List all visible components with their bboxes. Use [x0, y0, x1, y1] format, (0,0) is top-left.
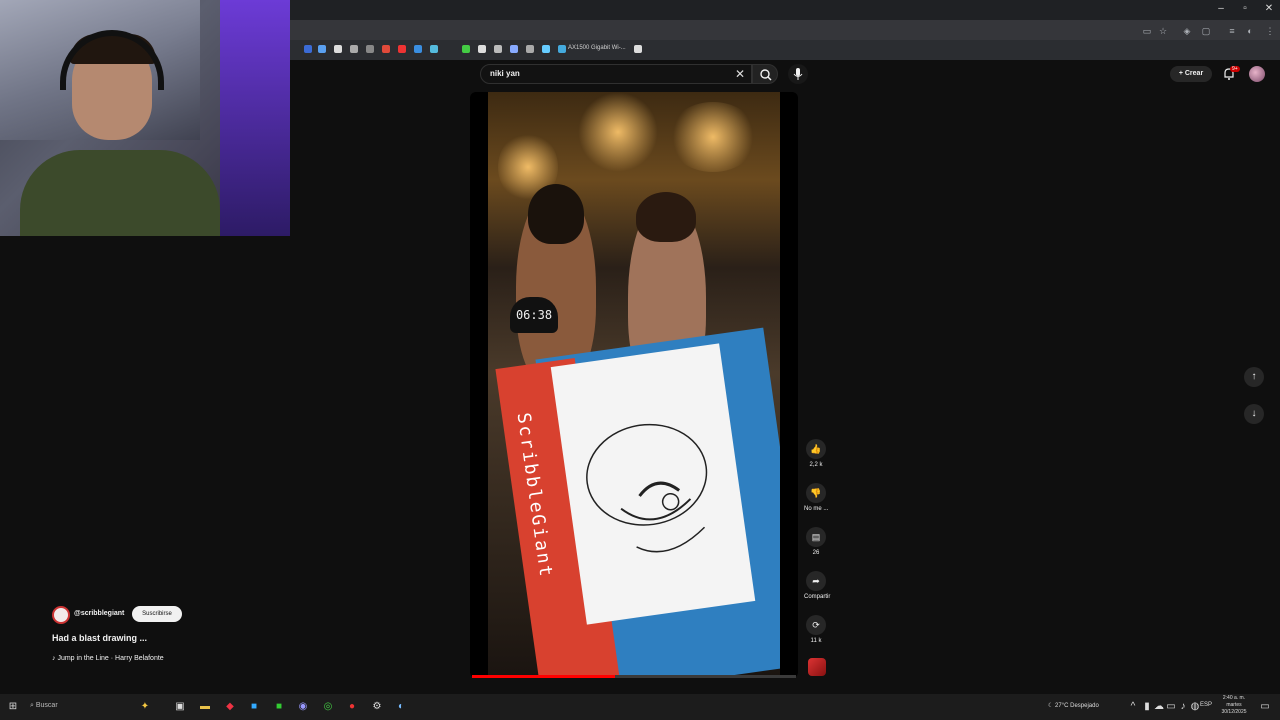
- bookmark-favicon[interactable]: [366, 45, 374, 53]
- search-icon: [760, 69, 772, 81]
- comments-button[interactable]: ▤ 26: [804, 527, 828, 556]
- clock-date: 30/12/2025: [1221, 709, 1247, 715]
- more-ellipsis[interactable]: ...: [140, 633, 148, 643]
- remix-count: 11 k: [810, 638, 822, 644]
- bookmark-favicon[interactable]: [304, 45, 312, 53]
- language-indicator[interactable]: ESP: [1200, 702, 1212, 708]
- bookmark-favicon[interactable]: [526, 45, 534, 53]
- arrow-up-icon: ↑: [1251, 371, 1257, 382]
- arrow-down-icon: ↓: [1251, 408, 1257, 419]
- music-info[interactable]: ♪ Jump in the Line · Harry Belafonte: [52, 655, 164, 662]
- close-window-icon[interactable]: ✕: [1260, 3, 1278, 14]
- video-frame-image: ScribbleGiant 06:38: [488, 92, 780, 678]
- channel-avatar[interactable]: [52, 606, 70, 624]
- comment-icon: ▤: [806, 527, 826, 547]
- clear-search-icon[interactable]: ✕: [735, 67, 745, 81]
- search-button[interactable]: [752, 64, 778, 84]
- create-label: Crear: [1184, 70, 1204, 77]
- bookmark-favicon[interactable]: [542, 45, 550, 53]
- bookmark-favicon[interactable]: [494, 45, 502, 53]
- bookmark-favicon[interactable]: [558, 45, 566, 53]
- video-progress-fill: [472, 675, 615, 678]
- short-video-player[interactable]: ScribbleGiant 06:38: [470, 92, 798, 678]
- music-title: Jump in the Line · Harry Belafonte: [57, 655, 164, 662]
- extension-icon[interactable]: ◈: [1181, 26, 1193, 36]
- taskbar-search[interactable]: ⌕ Buscar: [30, 702, 58, 710]
- share-arrow-icon: ➦: [806, 571, 826, 591]
- windows-start-icon[interactable]: ⊞: [6, 700, 20, 714]
- excel-icon[interactable]: ■: [272, 700, 286, 714]
- settings-gear-icon[interactable]: ⚙: [370, 700, 384, 714]
- bookmark-favicon[interactable]: [462, 45, 470, 53]
- weather-widget[interactable]: ☾ 27°C Despejado: [1048, 702, 1099, 709]
- steam-icon[interactable]: ◐: [394, 700, 408, 714]
- notification-badge: 9+: [1230, 66, 1240, 72]
- comment-count: 26: [812, 550, 820, 556]
- remix-button[interactable]: ⟳ 11 k: [804, 615, 828, 644]
- bookmark-favicon[interactable]: [430, 45, 438, 53]
- bookmark-favicon[interactable]: [382, 45, 390, 53]
- webcam-overlay: [0, 0, 290, 236]
- chrome-icon[interactable]: ◎: [321, 700, 335, 714]
- copilot-icon[interactable]: ✦: [138, 700, 152, 714]
- dislike-label: No me ...: [804, 506, 829, 512]
- menu-dots-icon[interactable]: ⋮: [1264, 26, 1276, 36]
- moon-icon: ☾: [1048, 703, 1056, 709]
- search-box[interactable]: niki yan ✕: [480, 64, 752, 84]
- minimize-icon[interactable]: –: [1212, 3, 1230, 14]
- search-input[interactable]: niki yan: [490, 69, 520, 78]
- sidebar-icon[interactable]: ≡: [1226, 26, 1238, 36]
- bookmark-favicon[interactable]: [478, 45, 486, 53]
- taskbar-search-label: Buscar: [35, 702, 58, 709]
- create-button[interactable]: + Crear: [1170, 66, 1212, 82]
- thumbs-down-icon: 👎: [806, 483, 826, 503]
- remix-icon: ⟳: [806, 615, 826, 635]
- recording-app-icon[interactable]: ●: [345, 700, 359, 714]
- clock-time: 2:40 a. m.: [1222, 695, 1246, 701]
- like-button[interactable]: 👍 2,2 k: [804, 439, 828, 468]
- account-avatar[interactable]: [1249, 66, 1265, 82]
- bookmark-favicon[interactable]: [318, 45, 326, 53]
- dislike-button[interactable]: 👎 No me ...: [804, 483, 828, 512]
- share-button[interactable]: ➦ Compartir: [804, 571, 831, 600]
- microphone-icon: [793, 68, 803, 80]
- bookmark-star-icon[interactable]: ☆: [1157, 26, 1169, 36]
- bookmark-favicon[interactable]: [350, 45, 358, 53]
- weather-text: 27°C Despejado: [1055, 703, 1099, 709]
- file-explorer-icon[interactable]: ▬: [198, 700, 212, 714]
- bookmark-favicon[interactable]: [634, 45, 642, 53]
- sound-thumbnail[interactable]: [808, 658, 826, 676]
- maximize-icon[interactable]: ▫: [1236, 3, 1254, 14]
- thumbs-up-icon: 👍: [806, 439, 826, 459]
- subscribe-button[interactable]: Suscribirse: [132, 606, 182, 622]
- cast-icon[interactable]: ▭: [1141, 26, 1153, 36]
- notifications-icon[interactable]: ▭: [1258, 700, 1272, 714]
- timer-display: 06:38: [510, 297, 558, 333]
- show-hidden-icons[interactable]: ^: [1126, 700, 1140, 714]
- like-count: 2,2 k: [809, 462, 823, 468]
- clock[interactable]: 2:40 a. m. martes 30/12/2025: [1214, 695, 1254, 716]
- tab-search-icon[interactable]: ▢: [1200, 26, 1212, 36]
- video-title[interactable]: Had a blast drawing ...: [52, 633, 147, 643]
- caricature-drawing: [550, 343, 756, 625]
- share-label: Compartir: [804, 594, 831, 600]
- previous-short-button[interactable]: ↑: [1244, 367, 1264, 387]
- bookmark-favicon[interactable]: [334, 45, 342, 53]
- obs-icon[interactable]: ◉: [296, 700, 310, 714]
- bookmark-favicon[interactable]: [414, 45, 422, 53]
- app-icon[interactable]: ■: [247, 700, 261, 714]
- bookmark-favicon[interactable]: [510, 45, 518, 53]
- voice-search-button[interactable]: [788, 64, 808, 84]
- bookmark-router[interactable]: AX1500 Gigabit Wi-...: [568, 45, 626, 51]
- channel-handle[interactable]: @scribblegiant: [74, 610, 124, 617]
- clock-day: martes: [1226, 702, 1242, 708]
- video-title-text: Had a blast drawing: [52, 633, 138, 643]
- task-view-icon[interactable]: ▣: [173, 700, 187, 714]
- brave-icon[interactable]: ◆: [223, 700, 237, 714]
- profile-icon[interactable]: ◐: [1244, 26, 1256, 36]
- address-bar[interactable]: [290, 20, 1280, 40]
- bookmark-favicon[interactable]: [398, 45, 406, 53]
- next-short-button[interactable]: ↓: [1244, 404, 1264, 424]
